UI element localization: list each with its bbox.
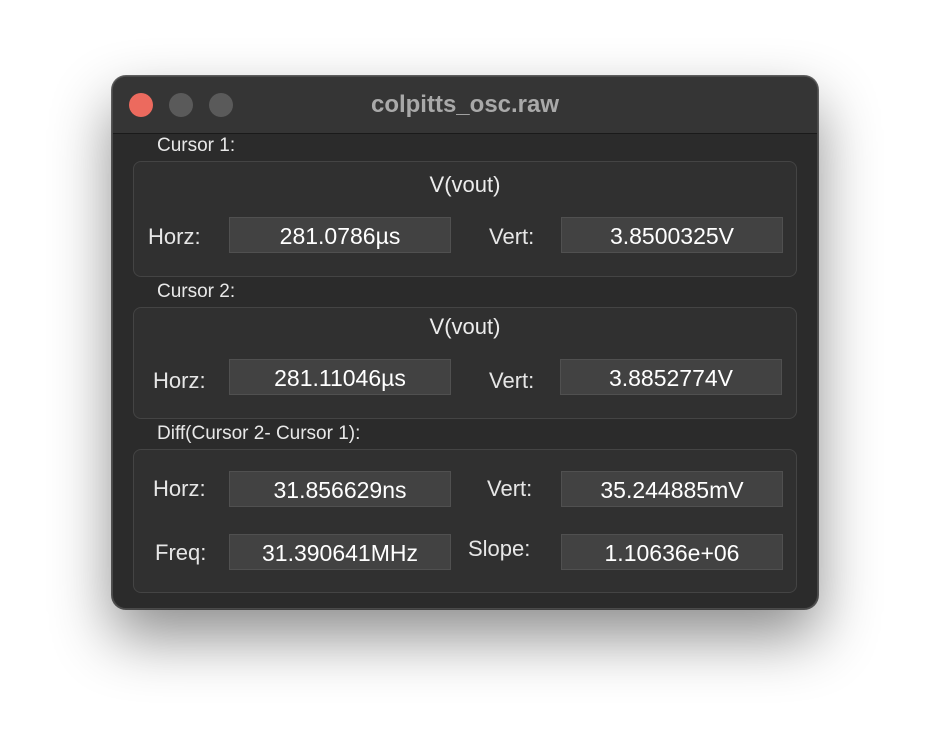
diff-label: Diff(Cursor 2- Cursor 1):	[157, 423, 361, 444]
cursor1-group: V(vout) Horz: 281.0786µs Vert: 3.8500325…	[133, 161, 797, 277]
cursor1-signal: V(vout)	[429, 172, 501, 197]
cursor2-vert-label: Vert:	[489, 368, 535, 393]
diff-group: Horz: 31.856629ns Vert: 35.244885mV Freq…	[133, 449, 797, 593]
diff-freq-label: Freq:	[155, 540, 207, 565]
cursor2-vert-field[interactable]: 3.8852774V	[560, 359, 782, 395]
cursor-readout-window: colpitts_osc.raw Cursor 1: V(vout) Horz:…	[112, 76, 818, 609]
cursor1-vert-field[interactable]: 3.8500325V	[561, 217, 783, 253]
cursor1-horz-field[interactable]: 281.0786µs	[229, 217, 451, 253]
cursor2-horz-label: Horz:	[153, 368, 206, 393]
cursor2-horz-field[interactable]: 281.11046µs	[229, 359, 451, 395]
diff-vert-field[interactable]: 35.244885mV	[561, 471, 783, 507]
cursor1-vert-label: Vert:	[489, 224, 535, 249]
diff-horz-field[interactable]: 31.856629ns	[229, 471, 451, 507]
diff-vert-label: Vert:	[487, 476, 533, 501]
title-bar[interactable]: colpitts_osc.raw	[113, 77, 817, 134]
diff-horz-label: Horz:	[153, 476, 206, 501]
diff-slope-label: Slope:	[468, 536, 531, 561]
diff-freq-field[interactable]: 31.390641MHz	[229, 534, 451, 570]
cursor2-label: Cursor 2:	[157, 281, 236, 302]
cursor1-horz-label: Horz:	[148, 224, 201, 249]
diff-slope-field[interactable]: 1.10636e+06	[561, 534, 783, 570]
cursor2-group: V(vout) Horz: 281.11046µs Vert: 3.885277…	[133, 307, 797, 419]
window-title: colpitts_osc.raw	[370, 91, 560, 118]
cursor1-label: Cursor 1:	[157, 135, 236, 156]
cursor2-signal: V(vout)	[429, 314, 501, 339]
